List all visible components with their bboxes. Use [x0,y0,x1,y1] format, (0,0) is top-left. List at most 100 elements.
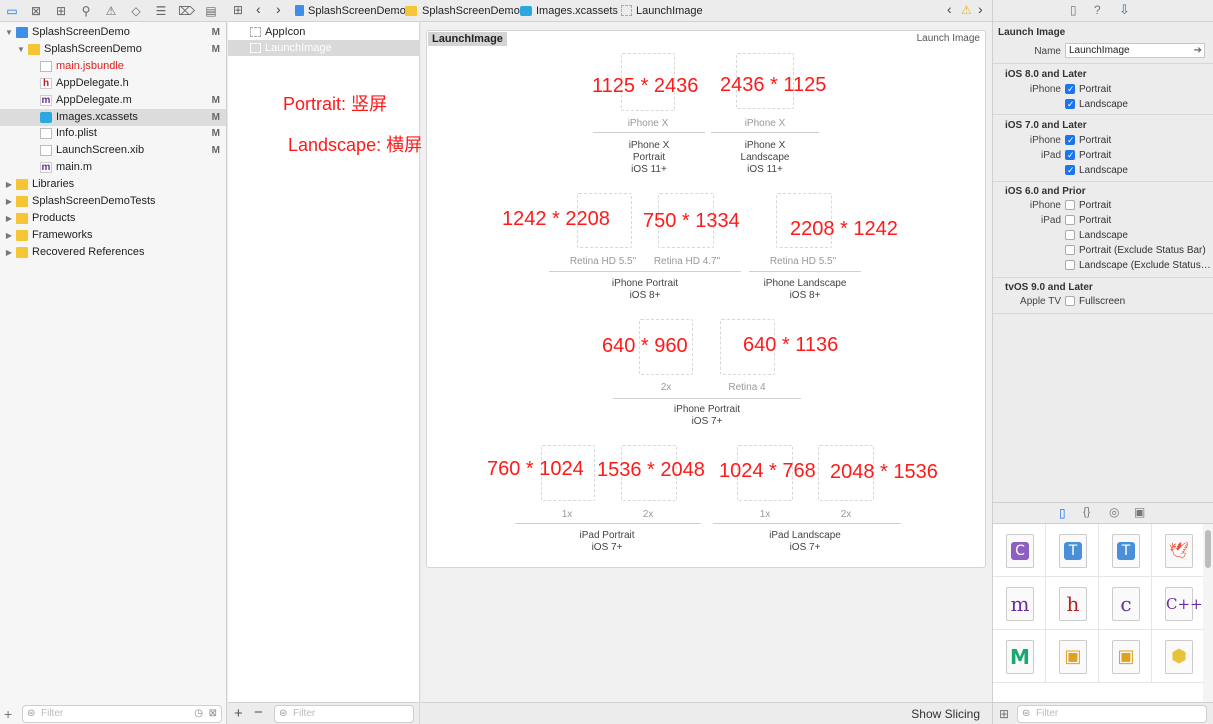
library-template[interactable]: C [993,524,1046,577]
filter-icon: ⊜ [27,708,36,719]
breadcrumb-assets[interactable]: Images.xcassets [536,4,618,18]
code-snippet-icon[interactable]: {} [1083,506,1090,518]
asset-filter-input[interactable]: Filter ⊜ [274,705,414,723]
library-template[interactable]: h [1046,577,1099,630]
show-slicing-button[interactable]: Show Slicing [911,707,980,721]
media-library-icon[interactable]: ▣ [1134,505,1145,519]
asset-item-launchimage[interactable]: LaunchImage [228,40,420,56]
tree-item[interactable]: LaunchScreen.xib M [0,142,226,159]
ios7-ipad-portrait-checkbox[interactable] [1065,150,1075,160]
ios7-landscape-checkbox[interactable] [1065,165,1075,175]
library-template[interactable]: ▣ [1046,630,1099,683]
ios8-portrait-checkbox[interactable] [1065,84,1075,94]
breakpoint-icon[interactable]: ⌦ [178,3,195,19]
disclosure-triangle-icon[interactable]: ▶ [4,176,14,193]
warning-icon[interactable]: ⚠ [103,3,119,19]
back-arrow-icon[interactable]: ‹ [256,1,261,17]
related-items-icon[interactable]: ⊞ [233,3,243,17]
previous-issue-icon[interactable]: ‹ [947,1,952,17]
test-icon[interactable]: ◇ [128,3,144,19]
tree-item[interactable]: ▼ SplashScreenDemo M [0,24,226,41]
library-template[interactable]: C++ [1152,577,1203,630]
ios6-ipad-portrait-checkbox[interactable] [1065,215,1075,225]
ios6-landscape-exclude-checkbox[interactable] [1065,260,1075,270]
asset-item-appicon[interactable]: AppIcon [228,24,420,40]
checkbox-label: Portrait [1079,135,1112,146]
library-template[interactable]: M [993,630,1046,683]
attributes-icon[interactable]: ⇩ [1119,2,1130,18]
tree-item[interactable]: ▶ Frameworks [0,227,226,244]
tree-item-label: Libraries [32,178,75,191]
library-template[interactable]: 🕊 [1152,524,1203,577]
library-bottom-bar: ⊞ Filter ⊜ [993,702,1213,724]
grid-view-icon[interactable]: ⊞ [999,707,1009,721]
source-control-icon[interactable]: ⊠ [28,3,44,19]
ios6-iphone-portrait-checkbox[interactable] [1065,200,1075,210]
library-scrollbar[interactable] [1203,524,1213,702]
report-icon[interactable]: ▤ [203,3,219,19]
ios6-portrait-exclude-checkbox[interactable] [1065,245,1075,255]
disclosure-triangle-icon[interactable]: ▶ [4,227,14,244]
tree-item[interactable]: h AppDelegate.h [0,75,226,92]
tree-item[interactable]: ▶ Libraries [0,176,226,193]
navigator-filter-input[interactable]: Filter ⊜ ◷ ⊠ [22,705,222,723]
name-field[interactable]: LaunchImage ➔ [1065,43,1205,58]
library-filter-input[interactable]: Filter ⊜ [1017,705,1207,723]
disclosure-triangle-icon[interactable]: ▼ [16,41,26,58]
library-template[interactable]: T [1099,524,1152,577]
help-icon[interactable]: ? [1094,3,1101,17]
library-template[interactable]: T [1046,524,1099,577]
attributes-inspector: ▯ ? ⇩ Launch Image Name LaunchImage ➔ iO… [992,0,1213,724]
scrollbar-thumb[interactable] [1205,530,1211,568]
tree-item[interactable]: Info.plist M [0,125,226,142]
tree-item[interactable]: ▼ SplashScreenDemo M [0,41,226,58]
library-template[interactable]: ⬢ [1152,630,1203,683]
disclosure-triangle-icon[interactable]: ▶ [4,193,14,210]
tree-item[interactable]: m AppDelegate.m M [0,92,226,109]
library-template[interactable]: ▣ [1099,630,1152,683]
library-template[interactable]: m [993,577,1046,630]
tree-item[interactable]: Images.xcassets M [0,108,226,126]
tree-item[interactable]: ▶ Products [0,210,226,227]
scm-status-badge: M [211,145,220,157]
image-set-title[interactable]: LaunchImage [428,32,507,46]
next-issue-icon[interactable]: › [978,1,983,17]
tree-item[interactable]: m main.m [0,159,226,176]
size-note: 2436 * 1125 [720,74,827,96]
breadcrumb-project[interactable]: SplashScreenDemo [308,4,406,18]
library-template[interactable]: c [1099,577,1152,630]
disclosure-triangle-icon[interactable]: ▶ [4,210,14,227]
group-divider [593,132,705,133]
arrow-circle-icon[interactable]: ➔ [1194,44,1202,57]
checkbox-label: Portrait [1079,84,1112,95]
remove-asset-icon[interactable]: − [254,704,263,721]
tree-item-label: SplashScreenDemo [44,42,142,55]
tree-item[interactable]: main.jsbundle [0,58,226,75]
disclosure-triangle-icon[interactable]: ▼ [4,24,14,41]
tree-item[interactable]: ▶ Recovered References [0,244,226,261]
disclosure-triangle-icon[interactable]: ▶ [4,244,14,261]
breadcrumb-launch-image[interactable]: LaunchImage [636,4,703,18]
ios6-landscape-checkbox[interactable] [1065,230,1075,240]
recent-files-icon[interactable]: ◷ [194,706,203,722]
scm-filter-icon[interactable]: ⊠ [209,706,217,722]
tvos-fullscreen-checkbox[interactable] [1065,296,1075,306]
file-inspector-icon[interactable]: ▯ [1070,3,1077,17]
slot-label: iPhone X [627,118,669,129]
ios7-section: iOS 7.0 and Later iPhone Portrait iPad P… [993,115,1213,182]
add-asset-icon[interactable]: + [234,705,243,722]
ios7-iphone-portrait-checkbox[interactable] [1065,135,1075,145]
add-file-icon[interactable]: + [4,706,12,722]
search-icon[interactable]: ⚲ [78,3,94,19]
breadcrumb-group[interactable]: SplashScreenDemo [422,4,520,18]
ios8-landscape-checkbox[interactable] [1065,99,1075,109]
debug-icon[interactable]: ☰ [153,3,169,19]
symbol-icon[interactable]: ⊞ [53,3,69,19]
object-library-icon[interactable]: ◎ [1109,505,1119,519]
tree-item[interactable]: ▶ SplashScreenDemoTests [0,193,226,210]
device-label: Apple TV [1020,296,1061,307]
file-template-icon[interactable]: ▯ [1059,506,1066,520]
folder-icon[interactable]: ▭ [4,3,20,19]
forward-arrow-icon[interactable]: › [276,1,281,17]
warning-icon[interactable]: ⚠ [961,3,972,17]
